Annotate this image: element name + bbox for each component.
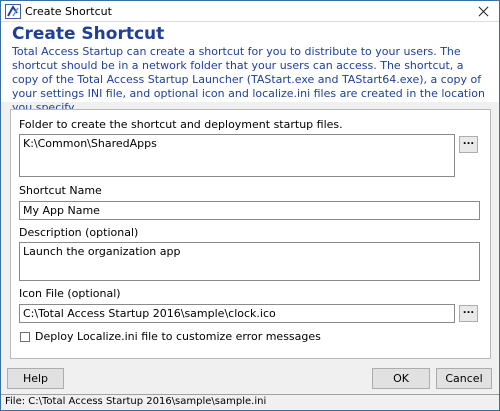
title-bar: Create Shortcut (1, 1, 499, 22)
description-field[interactable]: Launch the organization app (19, 242, 480, 281)
intro-text: Total Access Startup can create a shortc… (12, 45, 485, 114)
description-label: Description (optional) (19, 226, 139, 239)
close-icon[interactable] (467, 1, 499, 22)
icon-file-label: Icon File (optional) (19, 287, 121, 300)
app-icon (5, 4, 21, 19)
localize-checkbox[interactable] (20, 332, 30, 342)
shortcut-name-field[interactable]: My App Name (19, 201, 480, 220)
page-title: Create Shortcut (12, 24, 165, 44)
create-shortcut-dialog: Create Shortcut Create Shortcut Total Ac… (0, 0, 500, 411)
icon-browse-button[interactable]: ... (459, 305, 478, 322)
ok-button[interactable]: OK (372, 368, 430, 389)
window-title: Create Shortcut (25, 5, 112, 18)
folder-browse-button[interactable]: ... (459, 136, 478, 153)
dialog-header: Create Shortcut Total Access Startup can… (1, 22, 499, 114)
folder-field[interactable]: K:\Common\SharedApps (19, 134, 455, 177)
cancel-button[interactable]: Cancel (436, 368, 492, 389)
help-button[interactable]: Help (7, 368, 64, 389)
status-bar: File: C:\Total Access Startup 2016\sampl… (1, 394, 499, 410)
icon-file-field[interactable]: C:\Total Access Startup 2016\sample\cloc… (19, 304, 455, 323)
localize-checkbox-label[interactable]: Deploy Localize.ini file to customize er… (35, 330, 321, 343)
folder-label: Folder to create the shortcut and deploy… (19, 118, 343, 131)
shortcut-name-label: Shortcut Name (19, 184, 102, 197)
